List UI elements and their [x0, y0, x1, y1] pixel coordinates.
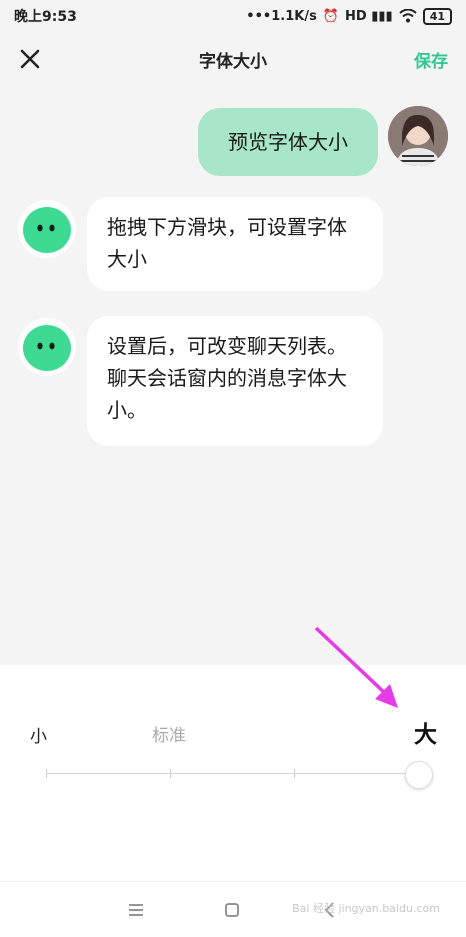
bot-face-icon	[23, 325, 71, 371]
size-label-standard[interactable]: 标准	[152, 721, 186, 746]
slider-tick	[170, 769, 171, 778]
save-button[interactable]: 保存	[414, 47, 448, 72]
size-label-small[interactable]: 小	[30, 722, 47, 747]
top-bar: 字体大小 保存	[0, 32, 466, 86]
status-time: 晚上9:53	[14, 9, 77, 25]
battery-indicator: 41	[422, 7, 452, 25]
size-label-large[interactable]: 大	[414, 715, 437, 749]
slider-tick	[294, 769, 295, 778]
bot-avatar	[18, 200, 76, 258]
alarm-clock-icon: ⏰	[322, 8, 340, 24]
bot-avatar	[18, 318, 76, 376]
user-avatar	[388, 106, 448, 166]
bot-message-text: 设置后，可改变聊天列表。聊天会话窗内的消息字体大小。	[107, 334, 347, 422]
user-message-bubble: 预览字体大小	[198, 108, 378, 176]
slider-tick	[46, 769, 47, 778]
menu-icon[interactable]	[124, 898, 148, 922]
bot-message-bubble: 拖拽下方滑块，可设置字体大小	[87, 197, 383, 291]
status-bar: 晚上9:53 •••1.1K/s ⏰ HD ▮▮▮ 41	[0, 0, 466, 32]
user-avatar-image	[388, 106, 448, 166]
wifi-icon	[399, 9, 417, 23]
bot-message-text: 拖拽下方滑块，可设置字体大小	[107, 215, 347, 271]
system-nav-bar: Bai 经验 jingyan.baidu.com	[0, 881, 466, 937]
home-icon[interactable]	[220, 898, 244, 922]
bot-face-icon	[23, 207, 71, 253]
network-speed: •••1.1K/s	[246, 8, 317, 24]
font-size-slider-track[interactable]	[46, 773, 420, 774]
user-message-text: 预览字体大小	[228, 130, 348, 154]
page-title: 字体大小	[199, 51, 267, 72]
font-size-slider-thumb[interactable]	[405, 761, 433, 789]
font-size-panel: 小 标准 大	[0, 665, 466, 881]
signal-icon: HD ▮▮▮	[345, 8, 393, 24]
status-icons: •••1.1K/s ⏰ HD ▮▮▮ 41	[246, 7, 452, 25]
watermark: Bai 经验 jingyan.baidu.com	[292, 902, 440, 915]
close-icon[interactable]	[16, 45, 44, 73]
bot-message-bubble: 设置后，可改变聊天列表。聊天会话窗内的消息字体大小。	[87, 316, 383, 446]
